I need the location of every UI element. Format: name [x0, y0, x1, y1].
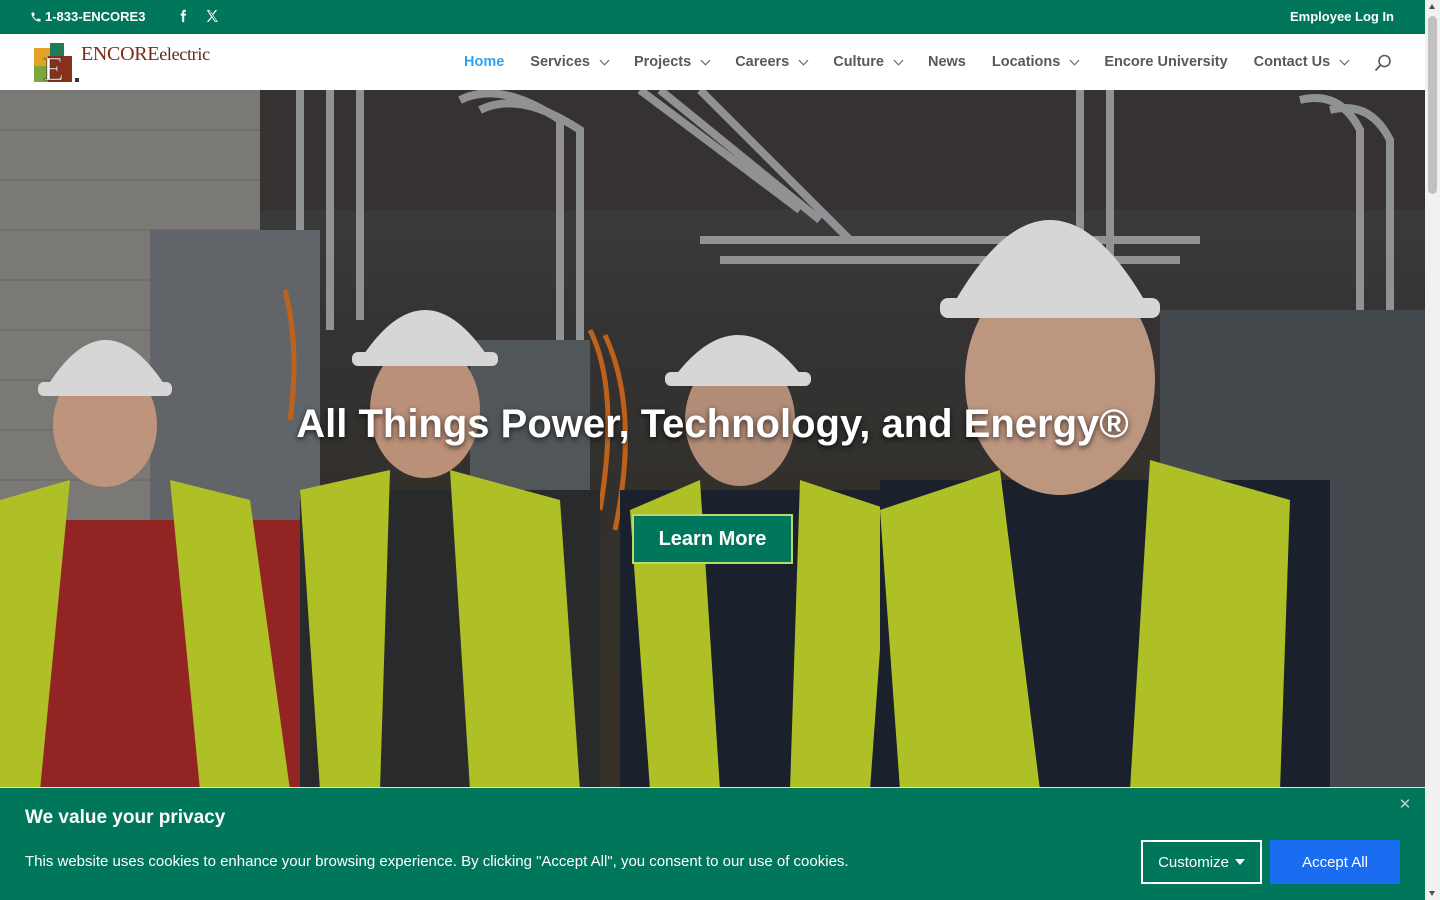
employee-login-link[interactable]: Employee Log In	[1290, 9, 1394, 24]
nav-item-news[interactable]: News	[928, 54, 966, 70]
phone-icon	[31, 12, 41, 21]
hero-title: All Things Power, Technology, and Energy…	[296, 402, 1129, 446]
hero-section: All Things Power, Technology, and Energy…	[0, 90, 1425, 790]
nav-item-home[interactable]: Home	[464, 54, 504, 70]
facebook-icon[interactable]	[175, 8, 191, 24]
customize-button[interactable]: Customize	[1141, 840, 1262, 884]
cookie-consent-banner: We value your privacy This website uses …	[0, 787, 1425, 900]
chevron-down-icon	[798, 55, 809, 65]
learn-more-button[interactable]: Learn More	[632, 514, 793, 564]
phone-number: 1-833-ENCORE3	[45, 9, 146, 24]
logo-wordmark: ENCOREelectric	[81, 43, 210, 65]
chevron-down-icon	[1069, 55, 1080, 65]
nav-item-services[interactable]: Services	[530, 54, 610, 70]
caret-down-icon	[1234, 859, 1245, 865]
chevron-down-icon	[700, 55, 711, 65]
cookie-message: This website uses cookies to enhance you…	[25, 853, 849, 870]
scroll-up-arrow-icon[interactable]	[1429, 4, 1435, 9]
encore-electric-logo[interactable]: E ENCOREelectric	[33, 40, 223, 84]
chevron-down-icon	[599, 55, 610, 65]
nav-item-contact-us[interactable]: Contact Us	[1254, 54, 1350, 70]
chevron-down-icon	[893, 55, 904, 65]
scrollbar-thumb[interactable]	[1428, 16, 1437, 194]
close-icon[interactable]: ✕	[1398, 797, 1412, 812]
phone-link[interactable]: 1-833-ENCORE3	[30, 9, 145, 24]
x-twitter-icon[interactable]	[204, 8, 220, 24]
page-scrollbar[interactable]	[1425, 0, 1440, 900]
scroll-down-arrow-icon[interactable]	[1429, 891, 1435, 896]
search-icon[interactable]	[1374, 54, 1392, 72]
nav-item-encore-university[interactable]: Encore University	[1104, 54, 1227, 70]
top-bar: 1-833-ENCORE3 Employee Log In	[0, 0, 1425, 34]
svg-text:E: E	[43, 51, 64, 84]
accept-all-button[interactable]: Accept All	[1270, 840, 1400, 884]
nav-item-careers[interactable]: Careers	[735, 54, 809, 70]
nav-item-projects[interactable]: Projects	[634, 54, 711, 70]
customize-label: Customize	[1158, 853, 1229, 871]
nav-item-culture[interactable]: Culture	[833, 54, 904, 70]
cookie-title: We value your privacy	[25, 807, 226, 828]
nav-item-locations[interactable]: Locations	[992, 54, 1080, 70]
main-header: E ENCOREelectric Home Services Projects …	[0, 34, 1425, 90]
main-nav: Home Services Projects Careers Culture N…	[464, 34, 1374, 90]
chevron-down-icon	[1339, 55, 1350, 65]
logo-mark-icon: E	[34, 43, 79, 84]
